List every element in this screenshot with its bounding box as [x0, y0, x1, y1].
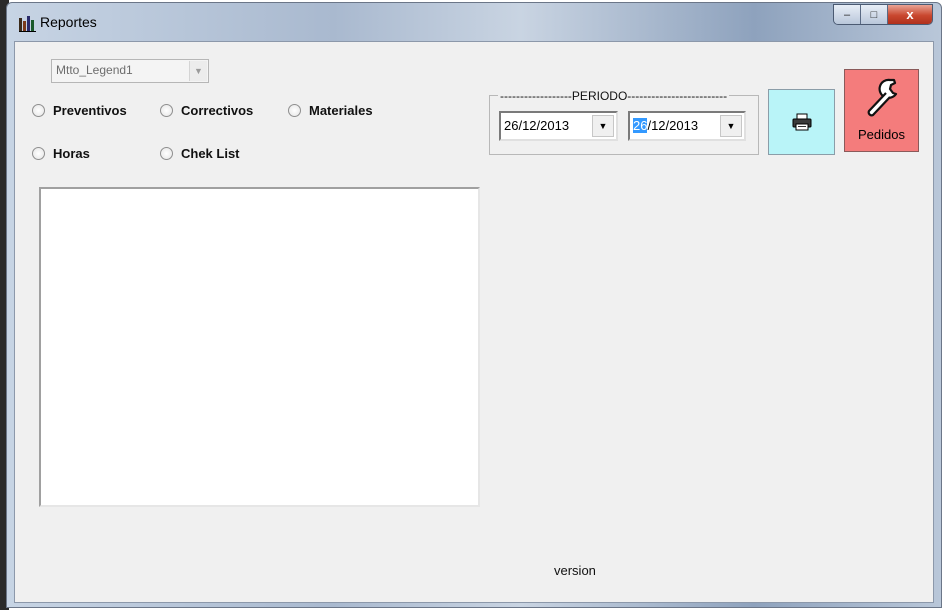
minimize-icon: ‒	[843, 8, 851, 21]
window-controls: ‒ □ x	[833, 4, 933, 25]
radio-circle-icon	[288, 104, 301, 117]
bar-chart-icon	[19, 16, 36, 32]
chevron-down-icon[interactable]: ▼	[189, 61, 207, 81]
radio-correctivos[interactable]: Correctivos	[160, 103, 253, 118]
radio-label: Chek List	[181, 146, 240, 161]
to-date-rest: /12/2013	[647, 118, 699, 133]
radio-label: Horas	[53, 146, 90, 161]
window-title: Reportes	[40, 14, 97, 30]
to-date-picker[interactable]: 26/12/2013 ▼	[628, 111, 746, 141]
close-icon: x	[906, 7, 914, 22]
radio-chek-list[interactable]: Chek List	[160, 146, 240, 161]
to-date-selected-day: 26	[633, 118, 648, 133]
version-label: version	[554, 563, 596, 578]
report-list-box[interactable]	[39, 187, 480, 507]
radio-circle-icon	[32, 147, 45, 160]
chevron-down-icon[interactable]: ▼	[720, 115, 742, 137]
from-date-value: 26/12/2013	[504, 118, 570, 133]
radio-materiales[interactable]: Materiales	[288, 103, 373, 118]
periodo-group: ------------------PERIODO---------------…	[489, 89, 759, 155]
radio-label: Correctivos	[181, 103, 254, 118]
minimize-button[interactable]: ‒	[834, 5, 861, 24]
wrench-icon	[867, 78, 898, 117]
print-button[interactable]	[768, 89, 835, 155]
maximize-button[interactable]: □	[861, 5, 888, 24]
legend-combo[interactable]: Mtto_Legend1 ▼	[51, 59, 209, 83]
radio-circle-icon	[160, 147, 173, 160]
radio-label: Preventivos	[53, 103, 127, 118]
printer-icon	[792, 113, 811, 131]
radio-circle-icon	[160, 104, 173, 117]
from-date-picker[interactable]: 26/12/2013 ▼	[499, 111, 618, 141]
periodo-title: ------------------PERIODO---------------…	[498, 89, 730, 103]
radio-horas[interactable]: Horas	[32, 146, 90, 161]
to-date-value: 26/12/2013	[633, 118, 698, 133]
title-bar[interactable]: Reportes ‒ □ x	[7, 3, 939, 39]
legend-combo-value: Mtto_Legend1	[56, 63, 133, 77]
pedidos-label: Pedidos	[858, 127, 905, 142]
reportes-window: Reportes ‒ □ x Mtto_Legend1 ▼ Preventivo…	[0, 0, 944, 610]
radio-preventivos[interactable]: Preventivos	[32, 103, 127, 118]
radio-label: Materiales	[309, 103, 373, 118]
chevron-down-icon[interactable]: ▼	[592, 115, 614, 137]
pedidos-button[interactable]: Pedidos	[844, 69, 919, 152]
maximize-icon: □	[870, 8, 878, 21]
client-area: Mtto_Legend1 ▼ Preventivos Correctivos M…	[14, 41, 934, 603]
radio-circle-icon	[32, 104, 45, 117]
close-button[interactable]: x	[888, 5, 932, 24]
